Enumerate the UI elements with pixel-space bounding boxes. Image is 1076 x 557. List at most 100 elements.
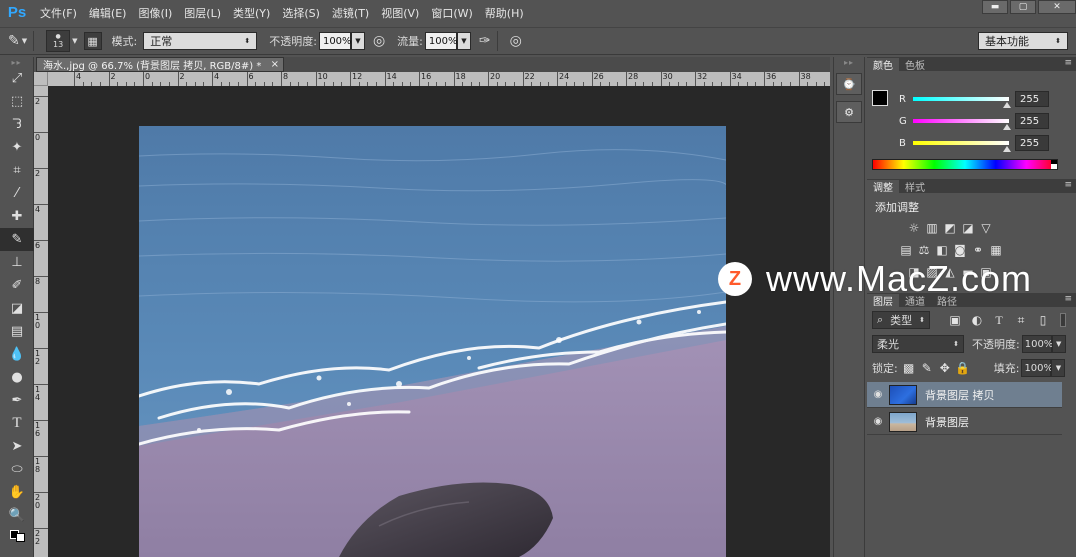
eyedropper-tool[interactable]: ⁄: [0, 182, 34, 205]
canvas-image[interactable]: [139, 126, 726, 557]
tab-color[interactable]: 颜色: [867, 58, 899, 72]
document-close-button[interactable]: ×: [271, 59, 283, 70]
ruler-origin[interactable]: [34, 72, 48, 86]
foreground-color-swatch[interactable]: [872, 90, 888, 106]
panel-menu-icon[interactable]: ≡: [1064, 58, 1072, 68]
filter-adjustment-icon[interactable]: ◐: [970, 313, 984, 327]
slider-thumb[interactable]: [1003, 102, 1011, 108]
pen-tool[interactable]: ✒: [0, 389, 34, 412]
color-spectrum-bar[interactable]: [872, 159, 1058, 170]
mode-select[interactable]: 正常 ⬍: [143, 32, 258, 50]
dock-grip[interactable]: ▸▸: [834, 57, 864, 67]
vibrance-icon[interactable]: ▽: [979, 221, 993, 235]
layer-row[interactable]: ◉ 背景图层 拷贝: [867, 382, 1062, 408]
panel-menu-icon[interactable]: ≡: [1064, 180, 1072, 190]
marquee-tool[interactable]: ⬚: [0, 90, 34, 113]
exposure-icon[interactable]: ◪: [961, 221, 975, 235]
panel-menu-icon[interactable]: ≡: [1064, 294, 1072, 304]
stamp-tool[interactable]: ⊥: [0, 251, 34, 274]
menu-item[interactable]: 图层(L): [178, 5, 227, 21]
pressure-size-toggle[interactable]: ◎: [510, 33, 522, 49]
menu-item[interactable]: 滤镜(T): [326, 5, 375, 21]
menu-item[interactable]: 文件(F): [34, 5, 83, 21]
slider-thumb[interactable]: [1003, 124, 1011, 130]
tab-styles[interactable]: 样式: [899, 180, 931, 194]
blend-mode-select[interactable]: 柔光 ⬍: [872, 335, 964, 353]
flow-dropdown[interactable]: ▼: [456, 32, 471, 50]
r-slider[interactable]: [913, 97, 1011, 108]
shape-tool[interactable]: ⬭: [0, 458, 34, 481]
curves-icon[interactable]: ◩: [943, 221, 957, 235]
menu-item[interactable]: 类型(Y): [227, 5, 276, 21]
minimize-button[interactable]: ▬: [982, 0, 1008, 14]
color-lookup-icon[interactable]: ▦: [989, 243, 1003, 257]
layer-opacity-input[interactable]: 100%: [1021, 335, 1053, 353]
photo-filter-icon[interactable]: ◙: [953, 243, 967, 257]
channel-mixer-icon[interactable]: ⚭: [971, 243, 985, 257]
menu-item[interactable]: 视图(V): [375, 5, 425, 21]
levels-icon[interactable]: ▥: [925, 221, 939, 235]
lock-transparent-icon[interactable]: ▩: [902, 361, 916, 375]
horizontal-ruler[interactable]: 420246810121416182022242628303234363840: [48, 72, 830, 86]
tab-swatches[interactable]: 色板: [899, 58, 931, 72]
canvas-area[interactable]: [48, 86, 830, 557]
brush-tool[interactable]: ✎: [0, 228, 34, 251]
black-white-icon[interactable]: ◧: [935, 243, 949, 257]
menu-item[interactable]: 窗口(W): [425, 5, 478, 21]
b-value-input[interactable]: 255: [1015, 135, 1049, 151]
tool-preset-picker[interactable]: ✎ ▼: [8, 33, 27, 49]
fill-dropdown[interactable]: ▼: [1051, 359, 1066, 377]
r-value-input[interactable]: 255: [1015, 91, 1049, 107]
brush-size-picker[interactable]: ● 13 ▼: [46, 30, 78, 52]
close-button[interactable]: ✕: [1038, 0, 1076, 14]
brush-panel-toggle[interactable]: ▦: [83, 32, 102, 50]
eye-icon[interactable]: ◉: [867, 389, 889, 400]
b-slider[interactable]: [913, 141, 1011, 152]
pressure-opacity-toggle[interactable]: ◎: [373, 33, 385, 49]
opacity-dropdown[interactable]: ▼: [350, 32, 365, 50]
filter-smart-icon[interactable]: ▯: [1036, 313, 1050, 327]
toolbox-grip[interactable]: ▸▸: [0, 57, 33, 67]
zoom-tool[interactable]: 🔍: [0, 504, 34, 527]
eye-icon[interactable]: ◉: [867, 416, 889, 427]
filter-pixel-icon[interactable]: ▣: [948, 313, 962, 327]
blur-tool[interactable]: 💧: [0, 343, 34, 366]
menu-item[interactable]: 编辑(E): [83, 5, 133, 21]
path-select-tool[interactable]: ➤: [0, 435, 34, 458]
tab-adjustments[interactable]: 调整: [867, 180, 899, 194]
workspace-select[interactable]: 基本功能 ⬍: [978, 32, 1068, 50]
menu-item[interactable]: 图像(I): [132, 5, 178, 21]
g-slider[interactable]: [913, 119, 1011, 130]
document-tab[interactable]: 海水.,jpg @ 66.7% (背景图层 拷贝, RGB/8#) * ×: [36, 57, 284, 72]
healing-tool[interactable]: ✚: [0, 205, 34, 228]
quick-select-tool[interactable]: ✦: [0, 136, 34, 159]
history-panel-button[interactable]: ⌚: [836, 73, 862, 95]
menu-item[interactable]: 选择(S): [276, 5, 326, 21]
filter-type-icon[interactable]: T: [992, 313, 1006, 327]
menu-item[interactable]: 帮助(H): [479, 5, 530, 21]
g-value-input[interactable]: 255: [1015, 113, 1049, 129]
properties-panel-button[interactable]: ⚙: [836, 101, 862, 123]
filter-toggle[interactable]: [1060, 313, 1066, 327]
eraser-tool[interactable]: ◪: [0, 297, 34, 320]
history-brush-tool[interactable]: ✐: [0, 274, 34, 297]
fill-input[interactable]: 100%: [1021, 359, 1053, 377]
layer-opacity-dropdown[interactable]: ▼: [1051, 335, 1066, 353]
lasso-tool[interactable]: ᘊ: [0, 113, 34, 136]
layer-filter-select[interactable]: ⌕ 类型 ⬍: [872, 311, 930, 329]
crop-tool[interactable]: ⌗: [0, 159, 34, 182]
airbrush-toggle[interactable]: ✑: [479, 33, 491, 49]
layer-row[interactable]: ◉ 背景图层: [867, 409, 1062, 435]
type-tool[interactable]: T: [0, 412, 34, 435]
hand-tool[interactable]: ✋: [0, 481, 34, 504]
gradient-tool[interactable]: ▤: [0, 320, 34, 343]
lock-all-icon[interactable]: 🔒: [955, 361, 970, 375]
color-swatches[interactable]: [0, 527, 34, 542]
lock-pixels-icon[interactable]: ✎: [920, 361, 934, 375]
vertical-ruler[interactable]: 2 0 2 4 6 8 1 0 1 2 1 4 1 6 1 8 2 0 2 2: [34, 86, 48, 557]
opacity-input[interactable]: 100%: [318, 32, 352, 50]
color-balance-icon[interactable]: ⚖: [917, 243, 931, 257]
background-swatch[interactable]: [15, 532, 25, 542]
filter-shape-icon[interactable]: ⌗: [1014, 313, 1028, 327]
slider-thumb[interactable]: [1003, 146, 1011, 152]
